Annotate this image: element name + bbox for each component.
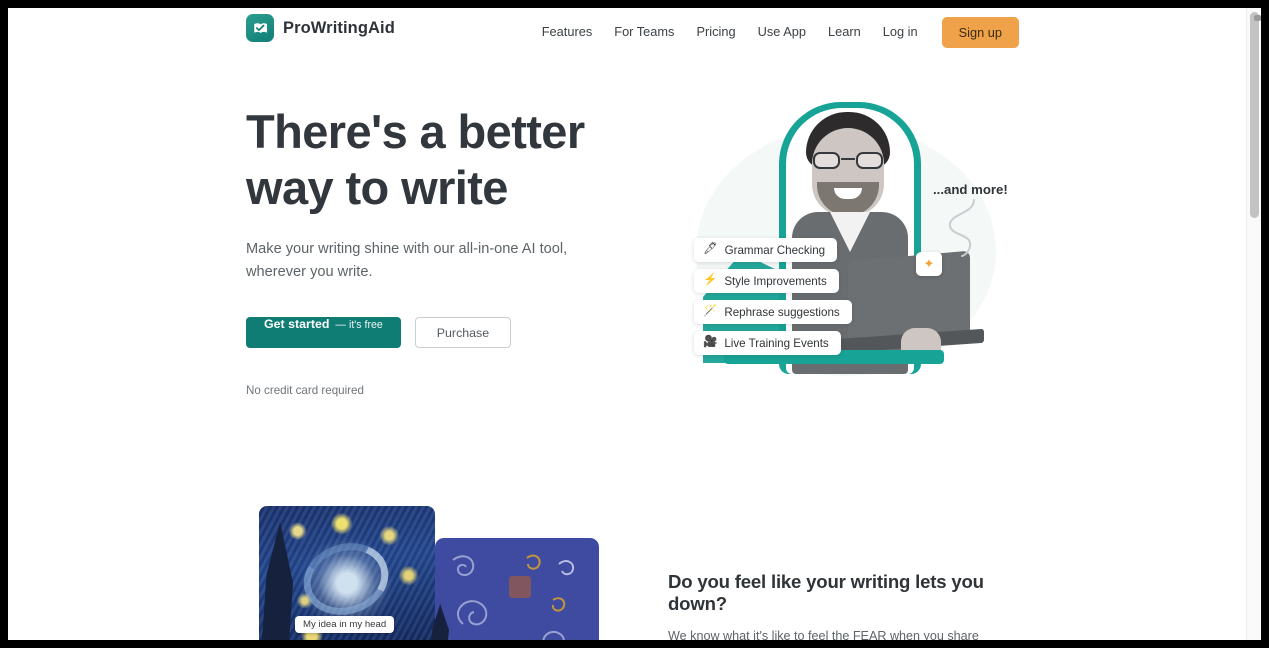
feature-chip-label: Grammar Checking: [724, 243, 826, 257]
browser-viewport: ProWritingAid Features For Teams Pricing…: [8, 8, 1261, 640]
feature-chip-label: Style Improvements: [724, 274, 827, 288]
hero-cta-group: Get started — it's free Purchase: [246, 317, 646, 348]
doodle-swirls-icon: [452, 554, 575, 640]
nav-item-for-teams[interactable]: For Teams: [603, 8, 685, 56]
brand-logo-link[interactable]: ProWritingAid: [246, 14, 395, 42]
lower-illustration: My idea in my head: [253, 498, 613, 640]
hero-title-line-1: There's a better: [246, 105, 585, 158]
no-credit-card-note: No credit card required: [246, 384, 364, 397]
glasses-icon: [813, 152, 883, 169]
idea-caption: My idea in my head: [295, 616, 395, 633]
feature-chip-live-training-events[interactable]: 🎥 Live Training Events: [694, 331, 841, 355]
feature-chip-label: Rephrase suggestions: [724, 305, 840, 319]
feature-chip-grammar-checking[interactable]: 🖋 Grammar Checking: [694, 238, 838, 262]
magic-wand-icon: 🪄: [703, 305, 718, 318]
sparkle-icon: ✦: [916, 252, 942, 276]
hero-subtitle: Make your writing shine with our all-in-…: [246, 241, 568, 280]
glasses-bridge: [841, 158, 855, 161]
nav-item-log-in[interactable]: Log in: [872, 8, 929, 56]
lower-copy: Do you feel like your writing lets you d…: [668, 571, 1020, 640]
nav-item-learn[interactable]: Learn: [817, 8, 872, 56]
get-started-label: Get started: [264, 317, 330, 331]
hero-title-line-2: way to write: [246, 161, 508, 214]
brand-name: ProWritingAid: [283, 18, 395, 37]
site-header: ProWritingAid Features For Teams Pricing…: [8, 8, 1253, 56]
book-check-icon: [246, 14, 274, 42]
lower-section-body: We know what it's like to feel the FEAR …: [668, 629, 979, 640]
hero-illustration: ...and more! ✦ 🖋 Grammar Checking ⚡ Styl…: [658, 98, 1058, 398]
nav-item-features[interactable]: Features: [531, 8, 604, 56]
feature-chip-list: 🖋 Grammar Checking ⚡ Style Improvements …: [694, 238, 852, 355]
scrollbar-thumb[interactable]: [1250, 12, 1261, 218]
primary-navigation: Features For Teams Pricing Use App Learn…: [531, 8, 1019, 56]
blue-doodle-panel: [435, 538, 599, 640]
page-scrollbar[interactable]: [1246, 8, 1261, 640]
hero-copy: There's a better way to write Make your …: [246, 104, 646, 397]
glasses-left-lens: [813, 152, 840, 169]
purchase-button[interactable]: Purchase: [414, 317, 512, 348]
starry-swirl: [294, 532, 398, 626]
get-started-button[interactable]: Get started — it's free: [246, 317, 401, 348]
hero-title: There's a better way to write: [246, 104, 646, 216]
get-started-sublabel: — it's free: [335, 319, 383, 331]
nav-item-pricing[interactable]: Pricing: [685, 8, 746, 56]
curly-arrow-icon: [949, 199, 975, 257]
nav-item-use-app[interactable]: Use App: [747, 8, 817, 56]
feature-chip-style-improvements[interactable]: ⚡ Style Improvements: [694, 269, 839, 293]
feature-chip-label: Live Training Events: [724, 336, 829, 350]
cypress-tree: [261, 522, 293, 640]
lightning-bolt-icon: ⚡: [703, 274, 718, 287]
feature-chip-rephrase-suggestions[interactable]: 🪄 Rephrase suggestions: [694, 300, 852, 324]
sign-up-button[interactable]: Sign up: [941, 16, 1019, 48]
lower-section-title: Do you feel like your writing lets you d…: [668, 571, 984, 614]
and-more-label: ...and more!: [933, 182, 1008, 197]
scrollbar-thumb-grip: [1254, 15, 1261, 21]
fountain-pen-icon: 🖋: [703, 243, 718, 256]
glasses-right-lens: [856, 152, 883, 169]
page-content: ProWritingAid Features For Teams Pricing…: [8, 8, 1253, 640]
video-camera-icon: 🎥: [703, 336, 718, 349]
